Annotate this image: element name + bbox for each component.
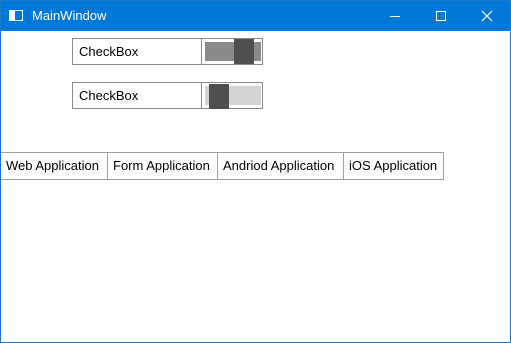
minimize-icon <box>390 16 400 17</box>
minimize-button[interactable] <box>372 1 418 31</box>
toggle-divider <box>201 83 202 108</box>
toggle-checkbox-1[interactable]: CheckBox <box>72 38 263 65</box>
tab-ios-application[interactable]: iOS Application <box>344 152 444 180</box>
maximize-icon <box>436 11 446 21</box>
window-app-icon <box>9 10 23 21</box>
toggle-switch-knob[interactable] <box>209 84 229 109</box>
toggle-checkbox-2[interactable]: CheckBox <box>72 82 263 109</box>
tab-andriod-application[interactable]: Andriod Application <box>218 152 344 180</box>
tab-web-application[interactable]: Web Application <box>1 152 108 180</box>
close-button[interactable] <box>464 1 510 31</box>
maximize-button[interactable] <box>418 1 464 31</box>
close-icon <box>481 10 493 22</box>
title-bar[interactable]: MainWindow <box>1 1 510 31</box>
toggle-divider <box>201 39 202 64</box>
tab-form-application[interactable]: Form Application <box>108 152 218 180</box>
tab-strip: Web Application Form Application Andriod… <box>1 152 444 180</box>
window-title: MainWindow <box>32 8 107 23</box>
toggle-switch-knob[interactable] <box>234 39 254 64</box>
main-window: MainWindow CheckBox CheckBox Web Applica… <box>0 0 511 343</box>
toggle-label: CheckBox <box>79 88 139 103</box>
toggle-label: CheckBox <box>79 44 139 59</box>
